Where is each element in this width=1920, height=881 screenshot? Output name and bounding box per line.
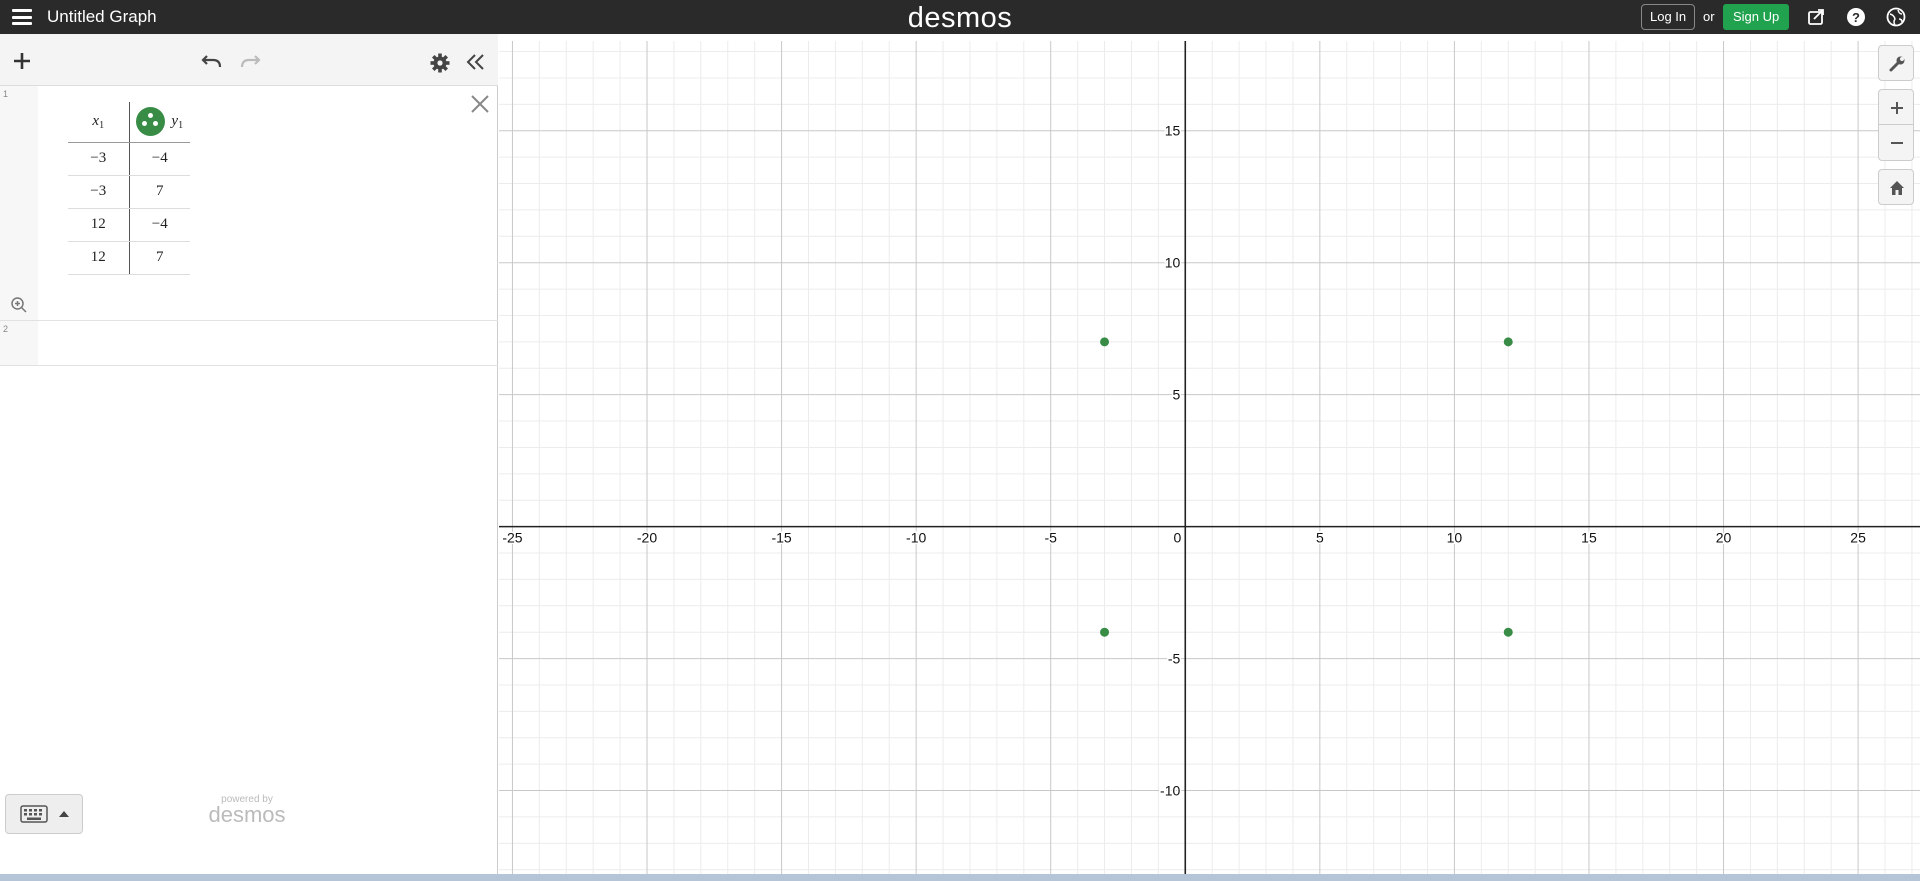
y-tick-label: -5 <box>1168 651 1181 667</box>
powered-by-brand: desmos <box>208 802 286 827</box>
panel-toolbar <box>0 34 498 86</box>
x-tick-label: 0 <box>1173 530 1181 546</box>
data-point <box>1100 337 1110 347</box>
x-tick-label: -15 <box>771 530 791 546</box>
zoom-in-button[interactable] <box>1878 89 1914 125</box>
graph-canvas[interactable]: -25 -20 -15 -10 -5 0 5 10 15 20 25 15 10 5 -5 -10 <box>499 41 1920 875</box>
caret-up-icon <box>59 811 69 817</box>
zoom-fit-icon[interactable] <box>10 296 28 314</box>
x-tick-label: 25 <box>1850 530 1866 546</box>
minus-icon <box>1891 142 1903 144</box>
desmos-logo: desmos <box>907 2 1013 34</box>
svg-text:?: ? <box>1852 10 1860 25</box>
share-icon[interactable] <box>1807 7 1827 27</box>
minor-gridlines <box>499 41 1920 875</box>
undo-icon[interactable] <box>201 53 223 69</box>
expression-gutter: 1 <box>0 86 38 320</box>
column-header-y[interactable]: y1 <box>129 102 190 143</box>
table-cell[interactable]: −3 <box>68 175 130 209</box>
expression-panel: 1 x1 y1 −3 −4 −3 7 12 −4 12 7 2 <box>0 34 498 874</box>
x-tick-label: 15 <box>1581 530 1597 546</box>
table-row: 12 −4 <box>68 208 190 242</box>
or-label: or <box>1703 9 1715 24</box>
table-row: −3 −4 <box>68 142 190 176</box>
add-item-icon[interactable] <box>13 52 31 70</box>
y-tick-label: 5 <box>1172 387 1180 403</box>
y-tick-label: 10 <box>1165 255 1181 271</box>
zoom-out-button[interactable] <box>1878 125 1914 161</box>
data-points <box>1100 337 1513 637</box>
table-cell[interactable]: 12 <box>68 241 130 275</box>
signup-button[interactable]: Sign Up <box>1723 4 1790 30</box>
table-cell[interactable]: 7 <box>129 241 190 275</box>
table-row: −3 7 <box>68 175 190 209</box>
expression-number: 2 <box>3 324 9 334</box>
globe-icon[interactable] <box>1886 7 1906 27</box>
y-tick-label: 15 <box>1165 123 1181 139</box>
gear-icon[interactable] <box>430 53 450 73</box>
table-cell[interactable]: 7 <box>129 175 190 209</box>
x-tick-label: -25 <box>502 530 522 546</box>
table-row: 12 7 <box>68 241 190 275</box>
axes <box>499 41 1920 875</box>
column-header-x[interactable]: x1 <box>68 102 130 143</box>
major-gridlines <box>499 41 1920 875</box>
table-cell[interactable]: −3 <box>68 142 130 176</box>
close-icon[interactable] <box>468 92 492 116</box>
help-icon[interactable]: ? <box>1846 7 1866 27</box>
table-header-row: x1 y1 <box>68 102 190 143</box>
keyboard-icon <box>20 805 48 823</box>
x-tick-label: 20 <box>1716 530 1732 546</box>
tick-labels: -25 -20 -15 -10 -5 0 5 10 15 20 25 15 10 5 -5 -10 <box>501 121 1868 800</box>
x-tick-label: -20 <box>637 530 657 546</box>
redo-icon[interactable] <box>239 53 261 69</box>
default-view-button[interactable] <box>1878 169 1914 205</box>
data-point <box>1100 627 1110 637</box>
expression-gutter: 2 <box>0 321 38 365</box>
data-point <box>1503 627 1513 637</box>
x-tick-label: -5 <box>1044 530 1057 546</box>
data-point <box>1503 337 1513 347</box>
home-icon <box>1890 181 1904 195</box>
login-button[interactable]: Log In <box>1641 4 1696 30</box>
powered-by-desmos: powered by desmos <box>207 794 287 827</box>
wrench-icon <box>1889 56 1905 72</box>
x-tick-label: -10 <box>906 530 926 546</box>
x-tick-label: 5 <box>1316 530 1324 546</box>
top-bar: Untitled Graph desmos Log In or Sign Up … <box>0 0 1920 34</box>
expression-item-table[interactable]: 1 x1 y1 −3 −4 −3 7 12 −4 12 7 <box>0 86 498 321</box>
table-cell[interactable]: −4 <box>129 208 190 242</box>
x-tick-label: 10 <box>1447 530 1463 546</box>
expression-number: 1 <box>3 89 9 99</box>
plus-icon <box>1891 102 1903 114</box>
expression-item-empty[interactable]: 2 <box>0 321 498 366</box>
table-cell[interactable]: 12 <box>68 208 130 242</box>
point-style-icon[interactable] <box>136 107 166 137</box>
graph-title[interactable]: Untitled Graph <box>47 7 157 27</box>
y-tick-label: -10 <box>1160 783 1180 799</box>
double-chevron-left-icon[interactable] <box>466 53 486 71</box>
graph-svg[interactable]: -25 -20 -15 -10 -5 0 5 10 15 20 25 15 10 5 -5 -10 <box>499 41 1920 875</box>
data-table: x1 y1 −3 −4 −3 7 12 −4 12 7 <box>68 102 190 275</box>
bottom-edge-strip <box>0 874 1920 881</box>
expression-list: 1 x1 y1 −3 −4 −3 7 12 −4 12 7 2 <box>0 86 498 366</box>
keyboard-toggle-button[interactable] <box>5 794 83 834</box>
table-cell[interactable]: −4 <box>129 142 190 176</box>
hamburger-icon[interactable] <box>12 9 32 25</box>
graph-settings-button[interactable] <box>1878 45 1914 81</box>
